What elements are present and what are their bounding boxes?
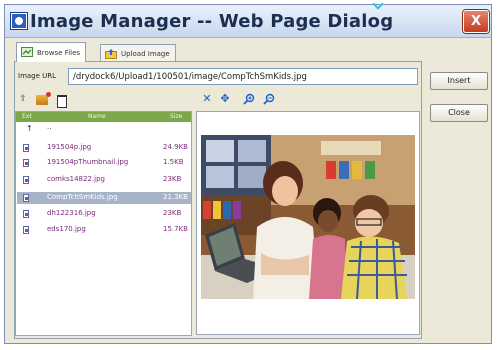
image-url-label: Image URL [18,72,57,80]
file-row-selected[interactable]: CompTchSmKids.jpg 21.3KB [17,192,191,204]
file-size: 23KB [163,175,182,183]
file-name: CompTchSmKids.jpg [47,193,118,201]
file-row[interactable]: 191504p.jpg 24.9KB [17,142,191,154]
image-file-icon [23,144,29,152]
zoom-in-icon[interactable] [243,93,255,105]
ie-window-icon [11,13,27,29]
image-file-icon [23,159,29,167]
fit-icon[interactable]: ✕ [201,93,213,105]
browse-files-icon [21,47,33,57]
window-title: Image Manager -- Web Page Dialog [30,11,394,32]
image-file-icon [23,176,29,184]
file-name: 191504pThumbnail.jpg [47,158,129,166]
tab-label: Browse Files [37,49,81,57]
file-row[interactable]: dh122316.jpg 23KB [17,208,191,220]
file-name: eds170.jpg [47,225,86,233]
up-arrow-icon: ↑ [26,124,33,133]
file-size: 1.5KB [163,158,184,166]
parent-folder-label: .. [47,123,52,131]
close-button[interactable]: Close [430,104,488,122]
parent-folder-row[interactable]: ↑ .. [17,123,191,136]
tab-upload-image[interactable]: Upload Image [100,44,176,62]
tab-label: Upload Image [121,50,170,58]
new-folder-icon[interactable] [36,92,51,105]
up-folder-icon[interactable]: ⇧ [17,93,29,105]
delete-icon[interactable] [57,95,67,108]
file-name: dh122316.jpg [47,209,96,217]
image-url-input[interactable] [68,68,418,85]
image-file-icon [23,210,29,218]
image-file-icon [23,194,29,202]
file-list[interactable]: Ext Name Size ↑ .. 191504p.jpg 24.9KB 19… [15,111,192,336]
title-bar[interactable]: Image Manager -- Web Page Dialog X [5,5,491,38]
column-header-size[interactable]: Size [170,112,182,122]
file-row[interactable]: 191504pThumbnail.jpg 1.5KB [17,157,191,169]
file-list-header: Ext Name Size [16,112,191,122]
upload-image-icon [105,49,117,59]
file-name: comks14822.jpg [47,175,105,183]
insert-button[interactable]: Insert [430,72,488,90]
file-size: 24.9KB [163,143,188,151]
file-row[interactable]: comks14822.jpg 23KB [17,174,191,186]
column-header-name[interactable]: Name [88,112,106,122]
image-file-icon [23,226,29,234]
file-name: 191504p.jpg [47,143,92,151]
actual-size-icon[interactable]: ✥ [219,93,231,105]
preview-image [201,135,415,299]
window-close-button[interactable]: X [463,10,489,33]
tab-browse-files[interactable]: Browse Files [16,42,87,62]
file-size: 15.7KB [163,225,188,233]
zoom-out-icon[interactable] [263,93,275,105]
file-size: 21.3KB [163,193,188,201]
file-row[interactable]: eds170.jpg 15.7KB [17,224,191,236]
column-header-ext[interactable]: Ext [22,112,32,122]
file-size: 23KB [163,209,182,217]
